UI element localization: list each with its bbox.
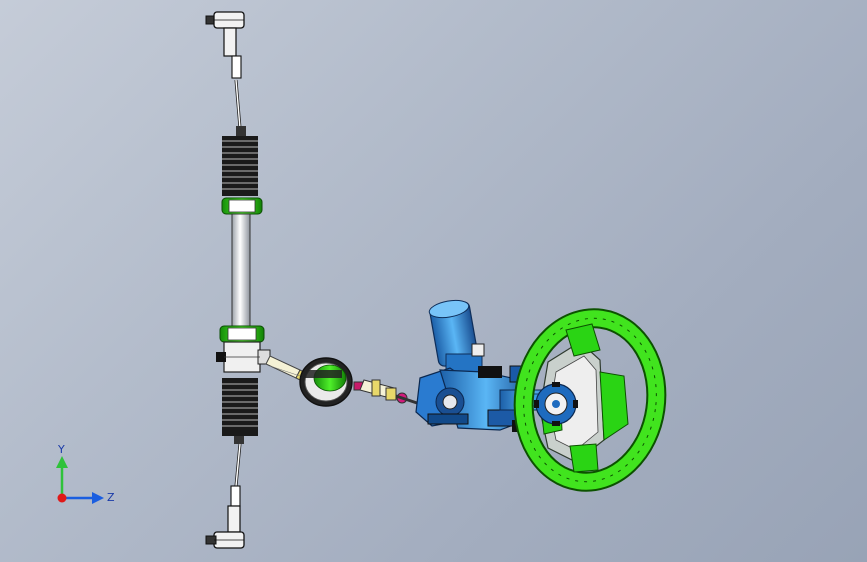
rack-clamp-bottom[interactable] — [219, 325, 265, 343]
tie-rod-end-bottom[interactable] — [205, 505, 245, 549]
x-axis-point — [57, 493, 67, 503]
reference-triad: Y Z — [56, 443, 115, 504]
rack-boot-top[interactable] — [222, 126, 258, 196]
steering-wheel[interactable] — [513, 308, 667, 492]
z-axis-arrow — [62, 492, 104, 504]
steering-assembly-model[interactable] — [0, 0, 867, 562]
rack-clamp-top[interactable] — [221, 197, 263, 215]
tie-rod-end-top[interactable] — [205, 11, 245, 57]
y-axis-label: Y — [57, 443, 65, 456]
pinion-housing[interactable] — [216, 341, 271, 373]
steering-dust-boot[interactable] — [299, 357, 353, 407]
universal-joint[interactable] — [353, 379, 421, 406]
tie-rod-top[interactable] — [231, 55, 242, 129]
graphics-viewport[interactable]: Y Z — [0, 0, 867, 562]
rack-boot-bottom[interactable] — [222, 378, 258, 444]
tie-rod-bottom[interactable] — [230, 443, 242, 507]
z-axis-label: Z — [107, 491, 115, 504]
eps-motor[interactable] — [428, 298, 485, 375]
rack-housing[interactable] — [231, 213, 251, 331]
y-axis-arrow — [56, 456, 68, 498]
